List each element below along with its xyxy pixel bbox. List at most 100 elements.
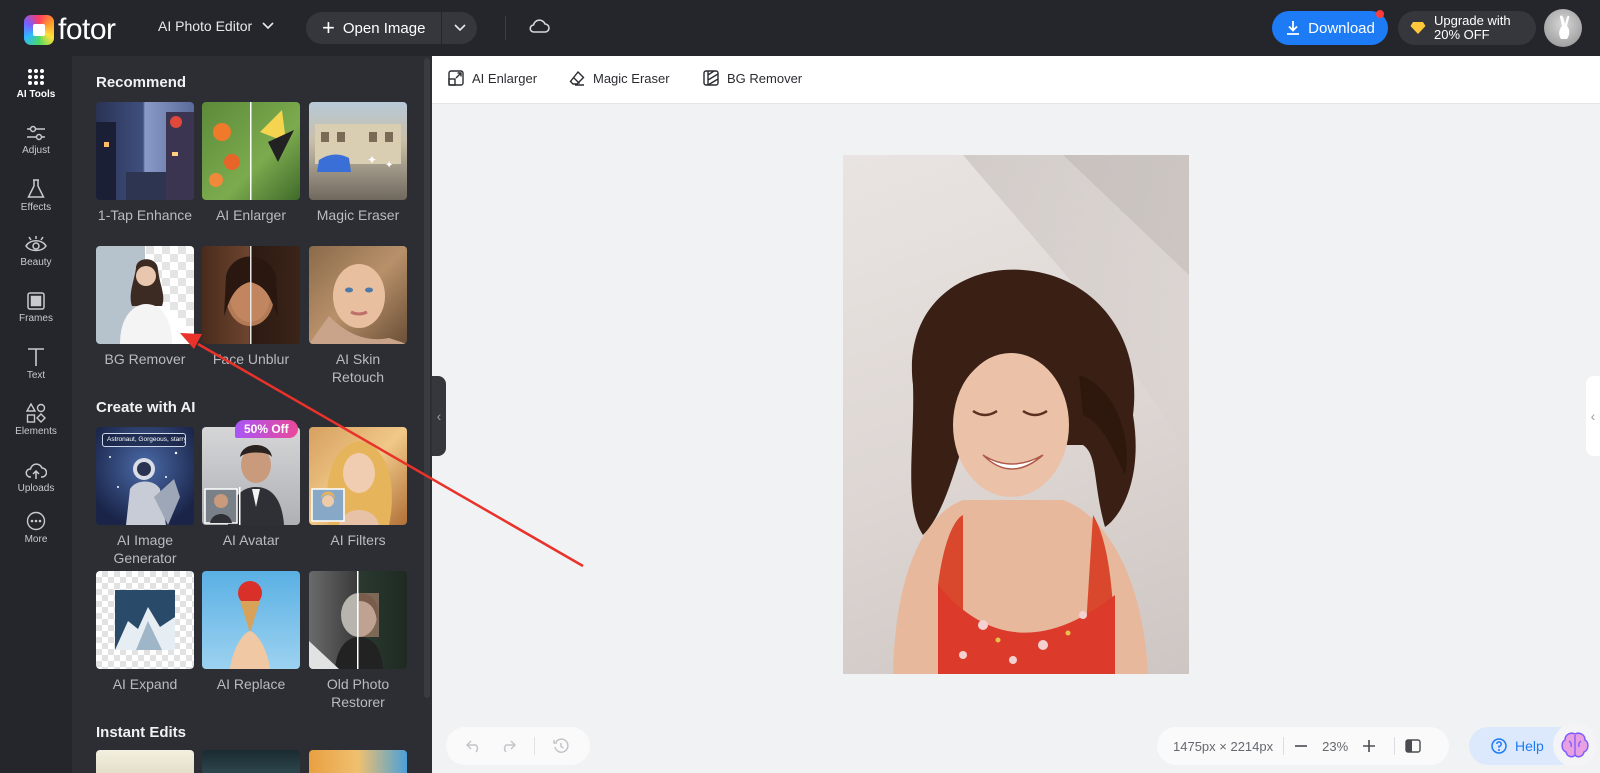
editor-mode-dropdown[interactable]: AI Photo Editor	[158, 18, 274, 34]
instant-edit-thumbnail[interactable]	[96, 750, 194, 773]
rail-item-ai-tools[interactable]: AI Tools	[0, 56, 72, 112]
tool-label: AI Skin Retouch	[331, 351, 385, 385]
reset-icon[interactable]	[553, 738, 569, 754]
plus-icon: +	[322, 15, 335, 40]
chevron-down-icon	[262, 22, 274, 30]
help-label: Help	[1515, 738, 1544, 754]
tool-ai-replace[interactable]: AI Replace	[202, 571, 300, 693]
rail-label: Uploads	[17, 483, 55, 494]
ai-assistant-button[interactable]	[1553, 723, 1597, 767]
fotor-logo[interactable]: fotor	[24, 13, 116, 47]
tool-thumbnail	[202, 246, 300, 344]
tool-thumbnail	[202, 571, 300, 669]
rail-item-elements[interactable]: Elements	[0, 392, 72, 448]
zoom-controls: 1475px × 2214px 23%	[1157, 727, 1449, 765]
instant-edit-thumbnail[interactable]	[309, 750, 407, 773]
tool-ai-expand[interactable]: AI Expand	[96, 571, 194, 693]
tool-ai-filters[interactable]: AI Filters	[309, 427, 407, 549]
zoom-level: 23%	[1322, 738, 1349, 754]
collapse-panel-button[interactable]: ‹	[432, 376, 446, 456]
section-title-instant-edits: Instant Edits	[96, 724, 187, 741]
rail-label: Beauty	[20, 257, 52, 268]
tool-label: AI Expand	[112, 676, 178, 692]
grid-icon	[28, 69, 44, 85]
canvas-image[interactable]	[843, 155, 1189, 674]
zoom-in-icon[interactable]	[1362, 739, 1376, 753]
tool-label: AI Avatar	[222, 532, 280, 548]
download-icon	[1287, 21, 1300, 35]
ai-tools-panel: Recommend 1-Tap Enhance AI Enlarger ✦ ✦ M…	[72, 56, 432, 773]
tool-label: BG Remover	[104, 351, 186, 367]
tool-label: AI Replace	[216, 676, 286, 692]
rail-item-text[interactable]: Text	[0, 336, 72, 392]
tool-face-unblur[interactable]: Face Unblur	[202, 246, 300, 368]
tool-ai-skin-retouch[interactable]: AI Skin Retouch	[309, 246, 407, 386]
rail-label: Elements	[15, 426, 57, 437]
zoom-divider	[1394, 737, 1396, 755]
compare-icon[interactable]	[1405, 739, 1421, 753]
discount-badge: 50% Off	[235, 420, 298, 438]
tool-label: Face Unblur	[212, 351, 290, 367]
tool-thumbnail: ✦ ✦	[309, 102, 407, 200]
upload-cloud-icon	[25, 463, 47, 479]
open-image-button[interactable]: + Open Image	[306, 12, 441, 44]
expand-right-panel-button[interactable]: ‹	[1586, 376, 1600, 456]
upgrade-line1: Upgrade with	[1434, 13, 1511, 28]
upgrade-button[interactable]: Upgrade with 20% OFF	[1398, 11, 1536, 45]
tool-old-photo-restorer[interactable]: Old Photo Restorer	[309, 571, 407, 711]
tool-thumbnail	[96, 102, 194, 200]
fotor-logo-icon	[24, 15, 54, 45]
quick-tool-ai-enlarger[interactable]: AI Enlarger	[448, 70, 537, 86]
rail-label: Effects	[20, 202, 52, 213]
redo-icon[interactable]	[500, 739, 516, 753]
rail-item-uploads[interactable]: Uploads	[0, 450, 72, 506]
logo-text: fotor	[58, 13, 116, 46]
tool-ai-image-generator[interactable]: Astronaut, Gorgeous, starry AI Image Gen…	[96, 427, 194, 567]
tool-magic-eraser[interactable]: ✦ ✦ Magic Eraser	[309, 102, 407, 224]
tool-bg-remover[interactable]: BG Remover	[96, 246, 194, 368]
tool-ai-enlarger[interactable]: AI Enlarger	[202, 102, 300, 224]
instant-edit-thumbnail[interactable]	[202, 750, 300, 773]
eye-icon	[25, 236, 47, 252]
rabbit-avatar-icon	[1559, 15, 1570, 39]
tool-ai-avatar[interactable]: 50% Off AI Avatar	[202, 420, 300, 549]
tool-thumbnail	[96, 246, 194, 344]
download-button[interactable]: Download	[1272, 11, 1388, 45]
frame-icon	[27, 292, 45, 310]
tool-label: Old Photo Restorer	[326, 676, 390, 710]
open-image-label: Open Image	[342, 19, 426, 37]
cloud-save-icon[interactable]	[528, 18, 550, 39]
svg-text:✦: ✦	[385, 160, 393, 171]
tool-thumbnail	[309, 427, 407, 525]
open-image-options-button[interactable]	[441, 12, 477, 44]
section-title-recommend: Recommend	[96, 74, 187, 91]
user-avatar[interactable]	[1544, 9, 1582, 47]
image-dimensions: 1475px × 2214px	[1173, 738, 1274, 754]
rail-item-beauty[interactable]: Beauty	[0, 224, 72, 280]
rail-label: AI Tools	[16, 89, 56, 100]
section-title-create-with-ai: Create with AI	[96, 399, 196, 416]
rail-label: Text	[26, 370, 46, 381]
enlarge-icon	[448, 70, 464, 86]
quick-tool-magic-eraser[interactable]: Magic Eraser	[569, 70, 670, 86]
quick-tool-bg-remover[interactable]: BG Remover	[703, 70, 802, 86]
rail-item-more[interactable]: More	[0, 500, 72, 556]
rail-item-effects[interactable]: Effects	[0, 168, 72, 224]
bg-remove-icon	[703, 70, 719, 86]
history-controls	[446, 727, 590, 765]
tool-1-tap-enhance[interactable]: 1-Tap Enhance	[96, 102, 194, 224]
text-icon	[28, 348, 44, 366]
notification-dot	[1376, 10, 1384, 18]
rail-label: Frames	[19, 313, 53, 324]
tool-label: AI Enlarger	[215, 207, 287, 223]
top-bar: fotor AI Photo Editor + Open Image Downl…	[0, 0, 1600, 56]
zoom-out-icon[interactable]	[1294, 739, 1308, 753]
chevron-left-icon: ‹	[1590, 408, 1596, 424]
chevron-down-icon	[454, 24, 466, 32]
quick-tool-label: BG Remover	[727, 70, 803, 86]
undo-icon[interactable]	[466, 739, 482, 753]
rail-item-frames[interactable]: Frames	[0, 280, 72, 336]
flask-icon	[27, 179, 45, 198]
rail-item-adjust[interactable]: Adjust	[0, 112, 72, 168]
panel-scrollbar[interactable]	[424, 58, 430, 698]
